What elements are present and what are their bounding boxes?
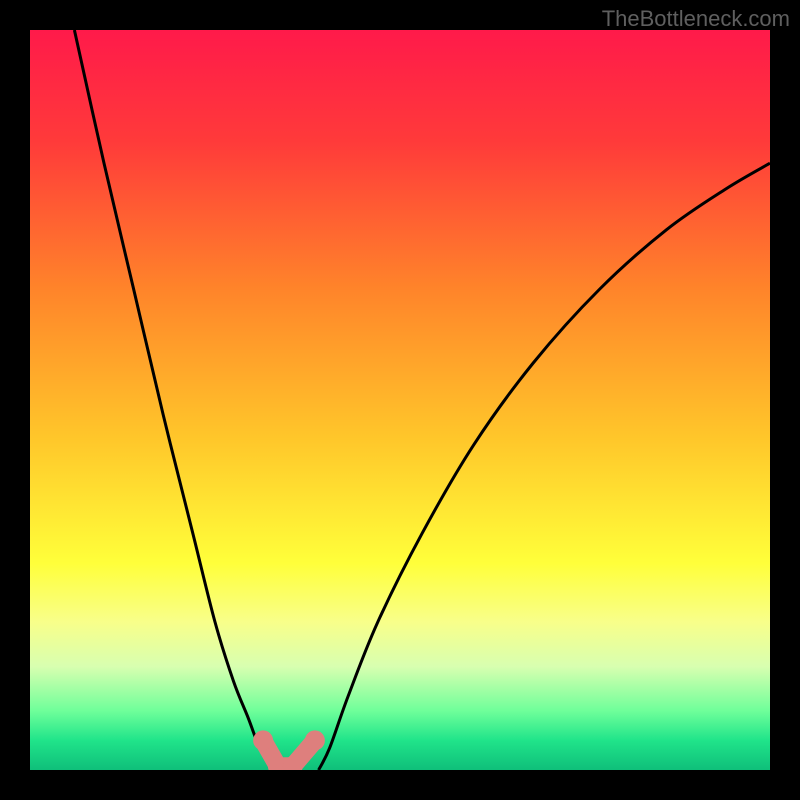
watermark-text: TheBottleneck.com	[602, 6, 790, 32]
curve-left	[74, 30, 274, 770]
curve-right	[319, 163, 770, 770]
plot-area	[30, 30, 770, 770]
trough-dot	[305, 730, 325, 750]
trough-markers	[253, 730, 325, 770]
curve-layer	[30, 30, 770, 770]
trough-dot	[253, 730, 273, 750]
chart-frame: TheBottleneck.com	[0, 0, 800, 800]
